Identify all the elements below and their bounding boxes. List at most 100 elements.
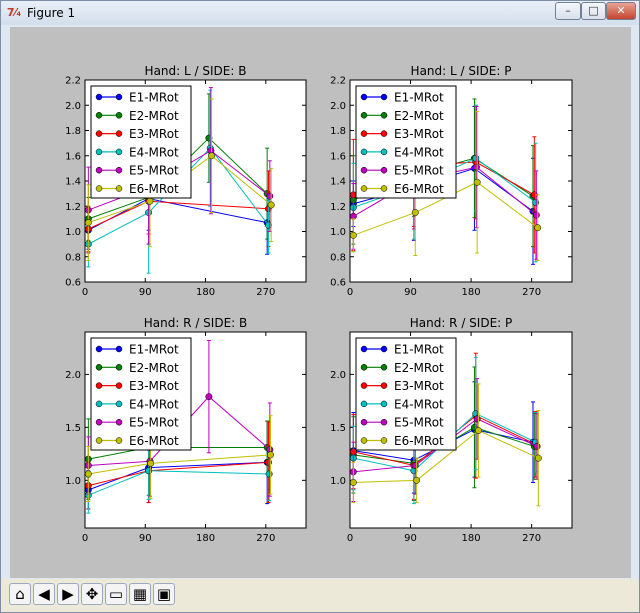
x-tick-label: 0 <box>82 533 88 544</box>
legend-label: E1-MRot <box>394 91 444 105</box>
legend-marker <box>380 400 388 408</box>
x-tick-label: 270 <box>522 533 541 544</box>
data-point <box>84 219 92 227</box>
legend-marker <box>95 130 103 137</box>
subplot-2: Hand: L / SIDE: P 0 90 180 270 0.6 0.8 1.0 1.2 1.… <box>330 64 573 298</box>
legend-marker <box>115 185 123 192</box>
legend-marker <box>115 437 123 444</box>
legend-marker <box>115 130 123 137</box>
window-title: Figure 1 <box>27 6 76 20</box>
legend-label: E4-MRot <box>129 145 179 159</box>
y-tick-label: 1.2 <box>65 202 81 213</box>
x-tick-label: 180 <box>196 533 215 544</box>
y-tick-label: 2.0 <box>65 101 81 112</box>
legend-marker <box>380 185 388 192</box>
data-point <box>147 459 155 467</box>
y-tick-label: 1.0 <box>330 476 346 487</box>
legend: E1-MRot E2-MRot E3-MRot E4-MRot E5-MRot E6-MR… <box>355 85 457 199</box>
y-tick-label: 0.8 <box>330 252 346 263</box>
x-tick-label: 90 <box>404 287 417 298</box>
legend-label: E2-MRot <box>129 361 179 375</box>
legend-marker <box>115 112 123 119</box>
legend-marker <box>360 130 368 137</box>
subplots: Hand: L / SIDE: B 0 90 180 270 0.6 0.8 1.0 1.2 1.… <box>65 64 573 544</box>
zoom-button[interactable]: ▭ <box>105 583 127 605</box>
y-tick-label: 1.2 <box>330 202 346 213</box>
x-tick-label: 270 <box>256 287 275 298</box>
back-icon: ◀ <box>38 585 50 603</box>
legend-marker <box>360 112 368 119</box>
zoom-icon: ▭ <box>108 585 124 603</box>
legend-marker <box>95 382 103 389</box>
legend-marker <box>95 93 103 101</box>
legend-marker <box>115 93 123 101</box>
legend-marker <box>95 185 103 192</box>
legend-label: E2-MRot <box>129 109 179 123</box>
legend: E1-MRot E2-MRot E3-MRot E4-MRot E5-MRot E6-MR… <box>355 337 457 451</box>
y-tick-label: 1.8 <box>330 126 346 137</box>
figure-canvas[interactable]: Hand: L / SIDE: B 0 90 180 270 0.6 0.8 1.0 1.2 1.… <box>10 27 631 578</box>
legend-marker <box>115 345 123 353</box>
legend-marker <box>115 382 123 389</box>
data-point <box>534 224 542 232</box>
legend-marker <box>380 437 388 444</box>
subplot-1: Hand: L / SIDE: B 0 90 180 270 0.6 0.8 1.0 1.2 1.… <box>65 64 307 298</box>
x-tick-label: 180 <box>462 533 481 544</box>
legend-label: E4-MRot <box>394 397 444 411</box>
legend-marker <box>115 166 123 174</box>
configure-button[interactable]: ▦ <box>129 583 151 605</box>
navigation-toolbar: ⌂ ◀ ▶ ✥ ▭ ▦ ▣ <box>1 579 639 612</box>
maximize-button[interactable]: □ <box>581 2 606 20</box>
save-button[interactable]: ▣ <box>153 583 175 605</box>
legend-marker <box>360 185 368 192</box>
data-point <box>349 478 357 486</box>
y-tick-label: 2.2 <box>330 76 346 87</box>
data-point <box>267 451 274 459</box>
back-button[interactable]: ◀ <box>33 583 55 605</box>
data-point <box>208 152 216 160</box>
data-point <box>267 201 275 209</box>
legend-marker <box>360 382 368 389</box>
legend-label: E5-MRot <box>129 416 179 430</box>
x-tick-label: 90 <box>139 287 152 298</box>
legend-marker <box>380 130 388 137</box>
legend-marker <box>380 148 388 156</box>
legend-marker <box>380 345 388 353</box>
y-tick-label: 2.2 <box>65 76 81 87</box>
pan-button[interactable]: ✥ <box>81 583 103 605</box>
legend-marker <box>360 93 368 101</box>
subplot-4: Hand: R / SIDE: P 0 90 180 270 1.0 1.5 2.0 E1-MR… <box>330 316 573 544</box>
legend-label: E1-MRot <box>129 343 179 357</box>
legend-label: E2-MRot <box>394 361 444 375</box>
legend-marker <box>380 418 388 426</box>
y-tick-label: 1.5 <box>330 423 346 434</box>
legend-marker <box>360 148 368 156</box>
chart-title: Hand: R / SIDE: B <box>144 316 248 330</box>
close-button[interactable]: ✕ <box>606 2 636 20</box>
legend-marker <box>380 93 388 101</box>
data-point <box>472 154 480 162</box>
y-tick-label: 1.4 <box>65 177 81 188</box>
data-point <box>534 454 542 462</box>
legend-label: E2-MRot <box>394 109 444 123</box>
data-point <box>413 476 421 484</box>
chart-title: Hand: R / SIDE: P <box>410 316 513 330</box>
minimize-button[interactable]: – <box>555 2 581 20</box>
legend-label: E3-MRot <box>394 127 444 141</box>
data-point <box>84 470 92 478</box>
legend-marker <box>360 364 368 371</box>
y-tick-label: 1.8 <box>65 126 81 137</box>
legend-marker <box>95 148 103 156</box>
legend-marker <box>360 418 368 426</box>
forward-button[interactable]: ▶ <box>57 583 79 605</box>
home-button[interactable]: ⌂ <box>9 583 31 605</box>
legend-marker <box>360 345 368 353</box>
legend-marker <box>115 364 123 371</box>
chart-title: Hand: L / SIDE: B <box>145 64 247 78</box>
y-tick-label: 2.0 <box>65 370 81 381</box>
legend-marker <box>95 418 103 426</box>
legend-marker <box>360 166 368 174</box>
y-tick-label: 2.0 <box>330 101 346 112</box>
data-point <box>411 209 419 217</box>
data-point <box>205 393 213 401</box>
